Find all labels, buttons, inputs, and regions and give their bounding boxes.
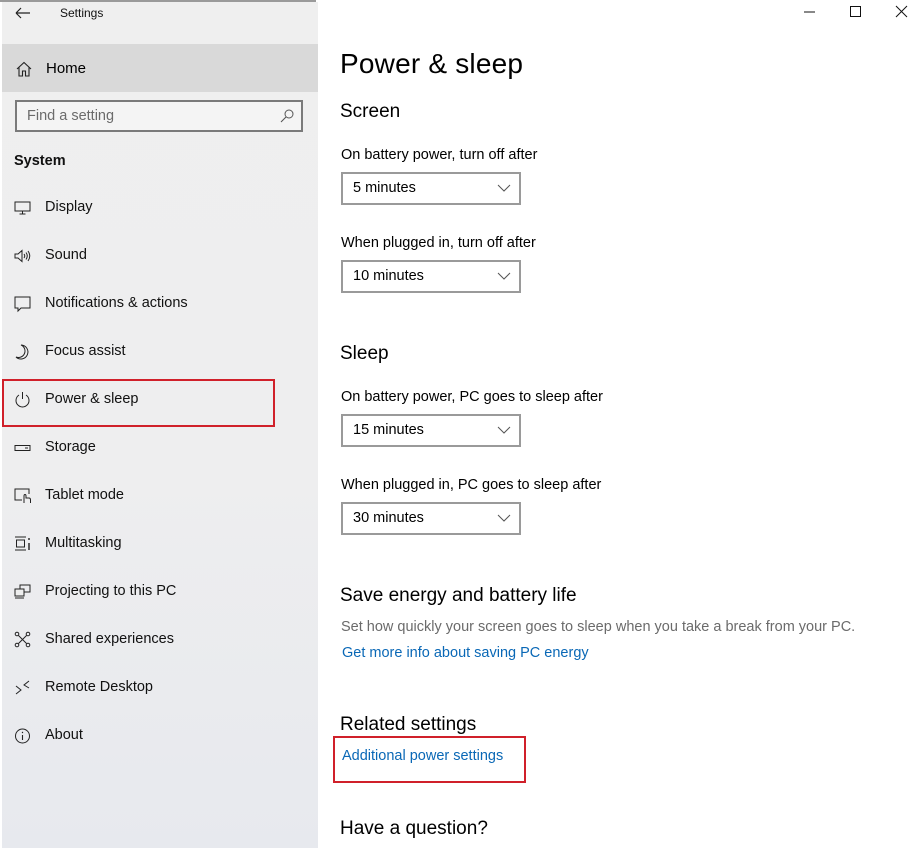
dropdown-value: 15 minutes: [353, 422, 424, 438]
sidebar-item-about[interactable]: About: [2, 714, 318, 758]
sidebar: Settings Home System Display Sound: [2, 2, 318, 848]
tablet-mode-icon: [14, 488, 31, 503]
sidebar-item-shared-experiences[interactable]: Shared experiences: [2, 618, 318, 662]
sidebar-item-label: Display: [45, 199, 93, 215]
sidebar-item-notifications[interactable]: Notifications & actions: [2, 282, 318, 326]
back-arrow-icon: [15, 7, 30, 19]
app-title: Settings: [60, 6, 104, 20]
sleep-plugged-dropdown[interactable]: 30 minutes: [341, 502, 521, 535]
sleep-battery-dropdown[interactable]: 15 minutes: [341, 414, 521, 447]
sidebar-item-tablet-mode[interactable]: Tablet mode: [2, 474, 318, 518]
back-button[interactable]: [12, 3, 34, 25]
section-heading-sleep: Sleep: [340, 343, 389, 364]
page-title: Power & sleep: [340, 48, 524, 79]
sidebar-item-home[interactable]: Home: [2, 44, 318, 92]
sidebar-item-label: Notifications & actions: [45, 295, 188, 311]
section-heading-related-settings: Related settings: [340, 714, 477, 735]
dropdown-value: 30 minutes: [353, 510, 424, 526]
sidebar-item-label: Multitasking: [45, 535, 122, 551]
info-icon: [15, 728, 30, 744]
remote-desktop-icon: [15, 680, 30, 695]
projecting-icon: [14, 584, 31, 599]
section-heading-save-energy: Save energy and battery life: [340, 585, 577, 606]
sleep-battery-label: On battery power, PC goes to sleep after: [341, 389, 603, 405]
section-heading-have-a-question: Have a question?: [340, 818, 488, 839]
sidebar-item-label: Shared experiences: [45, 631, 174, 647]
multitasking-icon: [15, 536, 30, 551]
moon-icon: [15, 344, 29, 360]
sidebar-item-label: Focus assist: [45, 343, 126, 359]
sidebar-item-label: Power & sleep: [45, 391, 139, 407]
screen-plugged-dropdown[interactable]: 10 minutes: [341, 260, 521, 293]
chevron-down-icon: [497, 184, 511, 192]
main-content: Power & sleep Screen On battery power, t…: [340, 0, 920, 848]
dropdown-value: 10 minutes: [353, 268, 424, 284]
sidebar-item-multitasking[interactable]: Multitasking: [2, 522, 318, 566]
sidebar-item-label: Storage: [45, 439, 96, 455]
shared-experiences-icon: [14, 631, 31, 648]
sidebar-item-label: Projecting to this PC: [45, 583, 177, 599]
dropdown-value: 5 minutes: [353, 180, 416, 196]
sidebar-item-display[interactable]: Display: [2, 186, 318, 230]
sidebar-item-label: Sound: [45, 247, 87, 263]
sound-icon: [14, 249, 31, 263]
title-bar: Settings: [2, 2, 318, 44]
home-label: Home: [46, 60, 87, 77]
section-label-system: System: [14, 153, 66, 169]
sidebar-item-projecting[interactable]: Projecting to this PC: [2, 570, 318, 614]
additional-power-settings-link[interactable]: Additional power settings: [342, 748, 503, 764]
sidebar-item-focus-assist[interactable]: Focus assist: [2, 330, 318, 374]
search-box[interactable]: [15, 100, 303, 132]
saving-energy-info-link[interactable]: Get more info about saving PC energy: [342, 645, 589, 661]
save-energy-description: Set how quickly your screen goes to slee…: [341, 619, 856, 635]
display-icon: [14, 201, 31, 215]
screen-plugged-label: When plugged in, turn off after: [341, 235, 536, 251]
sidebar-item-power-sleep[interactable]: Power & sleep: [2, 378, 318, 422]
search-input[interactable]: [17, 102, 267, 130]
screen-battery-dropdown[interactable]: 5 minutes: [341, 172, 521, 205]
chevron-down-icon: [497, 514, 511, 522]
notifications-icon: [14, 296, 31, 313]
screen-battery-label: On battery power, turn off after: [341, 147, 538, 163]
storage-icon: [14, 445, 31, 451]
home-icon: [16, 61, 32, 77]
sidebar-item-remote-desktop[interactable]: Remote Desktop: [2, 666, 318, 710]
section-heading-screen: Screen: [340, 101, 401, 122]
sidebar-item-sound[interactable]: Sound: [2, 234, 318, 278]
sidebar-item-label: Tablet mode: [45, 487, 124, 503]
chevron-down-icon: [497, 426, 511, 434]
sleep-plugged-label: When plugged in, PC goes to sleep after: [341, 477, 602, 493]
chevron-down-icon: [497, 272, 511, 280]
power-icon: [15, 392, 30, 408]
sidebar-item-label: About: [45, 727, 83, 743]
search-icon[interactable]: [279, 108, 295, 124]
sidebar-item-storage[interactable]: Storage: [2, 426, 318, 470]
sidebar-item-label: Remote Desktop: [45, 679, 153, 695]
